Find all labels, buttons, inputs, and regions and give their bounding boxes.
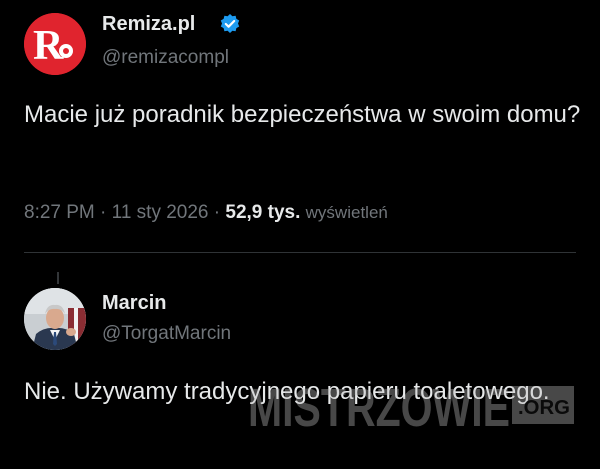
- tweet-time[interactable]: 8:27 PM: [24, 202, 95, 223]
- marcin-handle[interactable]: @TorgatMarcin: [102, 322, 231, 346]
- views-label: wyświetleń: [305, 203, 388, 222]
- reply-tweet-text: Nie. Używamy tradycyjnego papieru toalet…: [24, 378, 550, 405]
- remiza-avatar[interactable]: R: [24, 13, 86, 75]
- remiza-logo-letter: R: [33, 23, 64, 69]
- original-tweet-text: Macie już poradnik bezpieczeństwa w swoi…: [24, 101, 581, 128]
- verified-badge-icon: [220, 14, 240, 33]
- tweet-date[interactable]: 11 sty 2026: [112, 202, 209, 223]
- marcin-avatar[interactable]: [24, 288, 86, 350]
- meta-separator: ·: [213, 202, 226, 223]
- remiza-logo-icon: R: [24, 13, 86, 75]
- marcin-display-name[interactable]: Marcin: [102, 291, 166, 315]
- thread-line: [57, 272, 59, 284]
- views-count[interactable]: 52,9 tys.: [225, 202, 300, 223]
- user-photo-avatar: [24, 288, 86, 350]
- tweet-metadata: 8:27 PM · 11 sty 2026 · 52,9 tys. wyświe…: [24, 199, 388, 227]
- meta-separator: ·: [100, 202, 112, 223]
- remiza-display-name[interactable]: Remiza.pl: [102, 12, 195, 36]
- divider: [24, 252, 576, 253]
- remiza-handle[interactable]: @remizacompl: [102, 46, 229, 70]
